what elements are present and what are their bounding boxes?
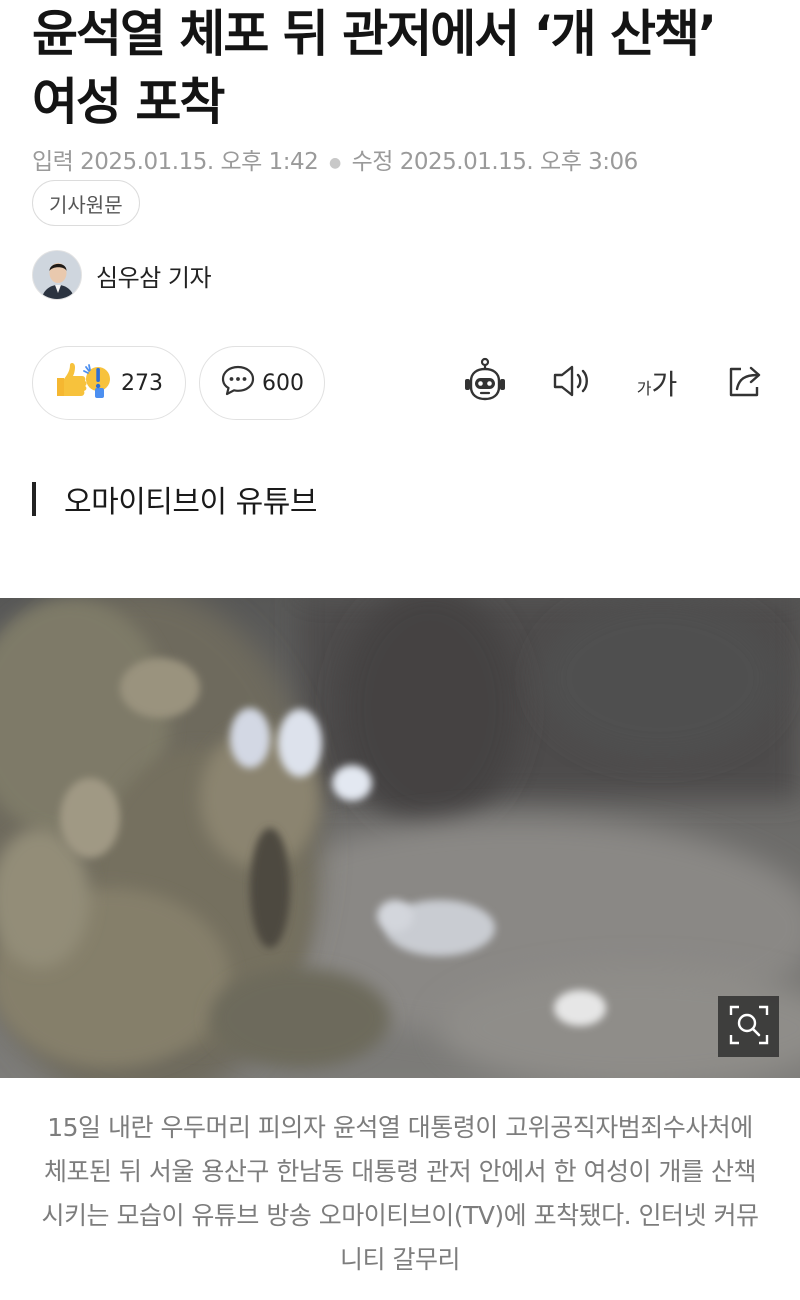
section-title: 오마이티브이 유튜브 <box>64 485 317 520</box>
share-icon <box>723 361 767 405</box>
edit-time: 2025.01.15. 오후 3:06 <box>399 149 639 175</box>
font-size-icon: 가가 <box>637 363 678 403</box>
summary-robot-button[interactable] <box>460 356 510 410</box>
comment-count: 600 <box>262 370 304 396</box>
photo-caption: 15일 내란 우두머리 피의자 윤석열 대통령이 고위공직자범죄수사처에 체포된… <box>41 1113 759 1274</box>
photo-zoom-button[interactable] <box>718 996 779 1057</box>
reporter-name: 심우삼 기자 <box>96 263 212 292</box>
reporter-info[interactable]: 심우삼 기자 <box>32 250 212 300</box>
zoom-expand-icon <box>727 1003 771 1051</box>
headline-line-2: 여성 포착 <box>32 73 225 131</box>
font-small-glyph: 가 <box>636 379 652 398</box>
reporter-avatar <box>32 250 82 300</box>
original-article-button[interactable]: 기사원문 <box>32 180 140 226</box>
meta-separator: ● <box>329 154 341 171</box>
speech-bubble-icon <box>220 363 256 403</box>
input-label: 입력 <box>32 149 74 175</box>
font-large-glyph: 가 <box>651 368 678 401</box>
article-meta: 입력 2025.01.15. 오후 1:42 ● 수정 2025.01.15. … <box>32 142 638 176</box>
edit-label: 수정 <box>351 149 394 175</box>
section-bar <box>32 482 36 516</box>
section-heading: 오마이티브이 유튜브 <box>32 480 317 520</box>
thumbs-up-exclaim-icon <box>53 361 115 405</box>
headline-line-1: 윤석열 체포 뒤 관저에서 ‘개 산책’ <box>32 5 717 63</box>
share-button[interactable] <box>720 356 770 410</box>
comment-button[interactable]: 600 <box>199 346 325 420</box>
article-headline: 윤석열 체포 뒤 관저에서 ‘개 산책’ 여성 포착 <box>32 0 772 136</box>
input-time: 2025.01.15. 오후 1:42 <box>80 149 319 175</box>
reaction-button[interactable]: 273 <box>32 346 186 420</box>
speaker-icon <box>549 361 593 405</box>
robot-icon <box>461 357 509 409</box>
listen-button[interactable] <box>546 356 596 410</box>
font-size-button[interactable]: 가가 <box>630 356 684 410</box>
article-photo[interactable] <box>0 598 800 1078</box>
reaction-count: 273 <box>121 370 163 396</box>
